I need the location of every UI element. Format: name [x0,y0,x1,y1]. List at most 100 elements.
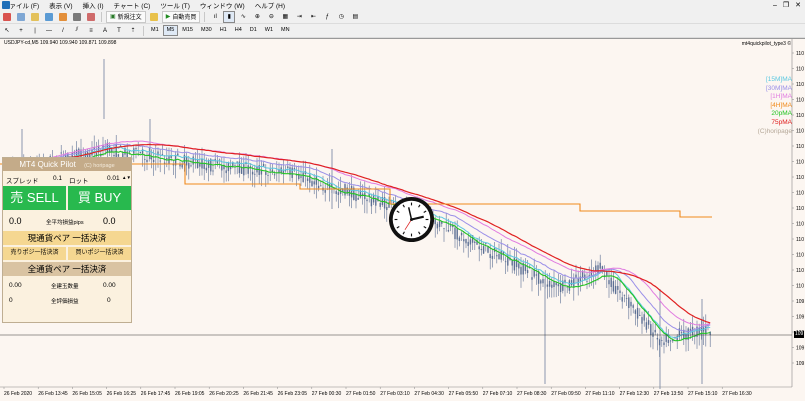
price-axis-label: 110 [796,284,804,290]
menu-chart[interactable]: チャート (C) [111,0,158,10]
new-order-button[interactable]: ▣ 新規注文 [106,10,146,23]
price-axis-label: 110 [796,237,804,243]
panel-title: MT4 Quick Pilot [19,160,76,169]
buy-button[interactable]: 買 BUY [68,186,131,210]
time-axis-label: 26 Feb 20:25 [209,391,239,397]
panel-header: MT4 Quick Pilot (C) horipage [3,158,131,171]
periods-icon[interactable]: ◷ [335,11,347,23]
close-sell-positions-button[interactable]: 売りポジ一括決済 [3,247,66,260]
total-pl-label: 全評価損益 [51,299,79,305]
menu-view[interactable]: 表示 (V) [46,0,79,10]
timeframe-m15[interactable]: M15 [178,25,197,36]
close-current-pair-button[interactable]: 現通貨ペア 一括決済 [3,231,131,245]
lot-value[interactable]: 0.01 [107,175,120,182]
text-icon[interactable]: A [99,25,111,37]
auto-trade-icon: ▶ [165,14,171,20]
new-chart-icon[interactable] [1,11,13,23]
new-order-icon: ▣ [110,14,116,20]
timeframe-w1[interactable]: W1 [261,25,277,36]
price-axis-label: 110 [796,51,804,57]
chart-shift-icon[interactable]: ⇤ [307,11,319,23]
metaeditor-icon[interactable] [148,11,160,23]
price-axis-label: 110 [796,129,804,135]
templates-icon[interactable]: ▤ [349,11,361,23]
time-axis-label: 27 Feb 04:30 [414,391,444,397]
sell-button[interactable]: 売 SELL [3,186,66,210]
time-axis-label: 26 Feb 15:05 [72,391,102,397]
time-axis-label: 27 Feb 12:30 [620,391,650,397]
avg-pips-right: 0.0 [103,216,116,226]
legend-item: [1H]MA [770,93,792,101]
panel-copyright: (C) horipage [84,163,115,169]
close-buy-positions-button[interactable]: 買いポジ一括決済 [68,247,131,260]
timeframe-h4[interactable]: H4 [231,25,246,36]
legend-item: [4H]MA [770,101,792,109]
time-axis-label: 26 Feb 2020 [4,391,32,397]
menu-window[interactable]: ウィンドウ (W) [197,0,252,10]
line-chart-icon[interactable]: ∿ [237,11,249,23]
total-pl-row: 0 全評価損益 0 [3,294,131,307]
lot-stepper-icon[interactable]: ▲▼ [122,175,131,180]
indicator-name: mt4quickpilot_type3 © [741,41,791,47]
time-axis-label: 26 Feb 17:45 [141,391,171,397]
zoom-out-icon[interactable]: ⊖ [265,11,277,23]
total-lots-right: 0.00 [103,282,116,289]
legend-item: [30M]MA [765,84,792,92]
crosshair-icon[interactable]: + [15,25,27,37]
terminal-icon[interactable] [71,11,83,23]
tester-icon[interactable] [85,11,97,23]
fibonacci-icon[interactable]: ≡ [85,25,97,37]
menu-help[interactable]: ヘルプ (H) [252,0,292,10]
indicators-icon[interactable]: ƒ [321,11,333,23]
data-window-icon[interactable] [43,11,55,23]
profiles-icon[interactable] [15,11,27,23]
price-axis-label: 110 [796,253,804,259]
autoscroll-icon[interactable]: ⇥ [293,11,305,23]
navigator-icon[interactable] [57,11,69,23]
legend-item: 75pMA [771,118,792,126]
total-pl-right: 0 [107,297,111,304]
arrows-icon[interactable]: ⇡ [127,25,139,37]
cursor-icon[interactable]: ↖ [1,25,13,37]
close-all-pairs-button[interactable]: 全通貨ペア 一括決済 [3,262,131,276]
ma-legend: [15M]MA [30M]MA [1H]MA [4H]MA 20pMA 75pM… [758,76,792,136]
main-toolbar: ▣ 新規注文 ▶ 自動売買 ıl ▮ ∿ ⊕ ⊖ ▦ ⇥ ⇤ ƒ ◷ ▤ [0,10,805,24]
menu-tools[interactable]: ツール (T) [157,0,197,10]
price-axis-label: 110 [796,222,804,228]
price-axis-label: 109 [796,299,805,305]
price-axis-label: 110 [796,82,804,88]
time-axis-label: 27 Feb 03:10 [380,391,410,397]
timeframe-m30[interactable]: M30 [197,25,216,36]
timeframe-m5[interactable]: M5 [162,25,179,36]
bar-chart-icon[interactable]: ıl [209,11,221,23]
horizontal-line-icon[interactable]: — [43,25,55,37]
close-icon[interactable]: ✕ [795,1,801,9]
time-axis-label: 27 Feb 00:30 [312,391,342,397]
tile-windows-icon[interactable]: ▦ [279,11,291,23]
timeframe-h1[interactable]: H1 [216,25,231,36]
auto-trade-button[interactable]: ▶ 自動売買 [161,10,201,23]
candle-chart-icon[interactable]: ▮ [223,10,236,23]
restore-icon[interactable]: ❐ [783,1,789,9]
vertical-line-icon[interactable]: | [29,25,41,37]
label-icon[interactable]: T [113,25,125,37]
time-axis-label: 27 Feb 13:50 [654,391,684,397]
timeframe-mn[interactable]: MN [277,25,294,36]
time-axis-label: 27 Feb 16:30 [722,391,752,397]
timeframe-m1[interactable]: M1 [147,25,163,36]
price-axis-label: 110 [796,191,804,197]
market-watch-icon[interactable] [29,11,41,23]
price-axis-label: 110 [796,67,804,73]
menu-insert[interactable]: 挿入 (I) [80,0,111,10]
equidistant-channel-icon[interactable]: ⫽ [71,25,83,37]
price-axis-label: 110 [796,175,804,181]
price-axis-label: 109 [796,315,805,321]
minimize-icon[interactable]: – [773,2,777,9]
menu-bar: ファイル (F) 表示 (V) 挿入 (I) チャート (C) ツール (T) … [0,0,805,10]
timeframe-d1[interactable]: D1 [246,25,261,36]
trendline-icon[interactable]: / [57,25,69,37]
current-price-tag: 109 [794,331,805,338]
time-axis-label: 26 Feb 23:05 [278,391,308,397]
zoom-in-icon[interactable]: ⊕ [251,11,263,23]
price-axis-label: 110 [796,144,804,150]
